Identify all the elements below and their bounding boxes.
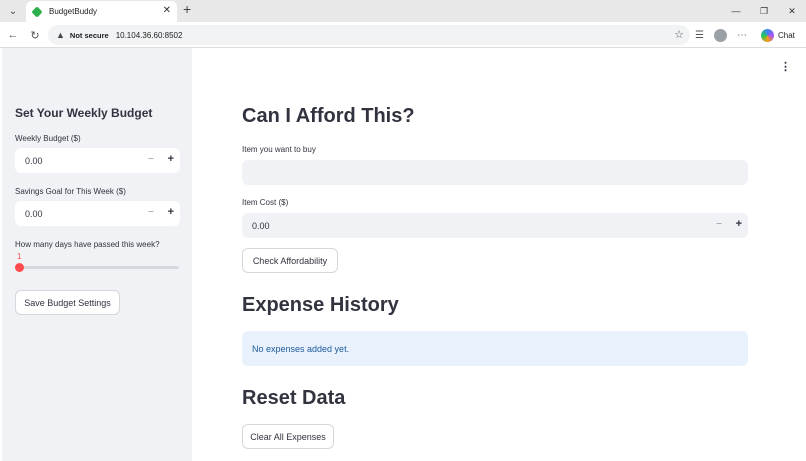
chat-label: Chat	[777, 30, 795, 40]
item-label: Item you want to buy	[242, 145, 316, 154]
check-affordability-button[interactable]: Check Affordability	[242, 248, 338, 273]
profile-avatar[interactable]	[713, 28, 727, 42]
days-passed-label: How many days have passed this week?	[15, 240, 160, 249]
weekly-budget-label: Weekly Budget ($)	[15, 134, 81, 143]
weekly-budget-input[interactable]: 0.00 − +	[15, 148, 180, 173]
no-expenses-info: No expenses added yet.	[242, 331, 748, 366]
increment-icon[interactable]: +	[168, 206, 174, 218]
sidebar-title: Set Your Weekly Budget	[15, 106, 153, 120]
back-arrow-icon[interactable]: ←	[5, 27, 21, 43]
reload-icon[interactable]: ↻	[27, 27, 43, 43]
favorites-icon[interactable]: ☰	[695, 30, 704, 41]
app-page: Set Your Weekly Budget Weekly Budget ($)…	[0, 48, 806, 461]
decrement-icon[interactable]: −	[716, 219, 722, 230]
budgetbuddy-favicon-icon	[32, 6, 42, 17]
browser-tab-bar: ⌄ BudgetBuddy ✕ + — ❐ ✕	[0, 0, 806, 22]
clear-expenses-button[interactable]: Clear All Expenses	[242, 424, 334, 449]
close-window-icon[interactable]: ✕	[778, 0, 806, 22]
savings-goal-label: Savings Goal for This Week ($)	[15, 187, 126, 196]
days-slider-thumb[interactable]	[15, 263, 24, 272]
close-tab-icon[interactable]: ✕	[163, 5, 171, 16]
app-menu-icon[interactable]: ⋮	[780, 60, 791, 73]
sidebar: Set Your Weekly Budget Weekly Budget ($)…	[2, 48, 192, 461]
not-secure-label: Not secure	[69, 30, 109, 40]
save-budget-button[interactable]: Save Budget Settings	[15, 290, 120, 315]
minimize-icon[interactable]: —	[722, 0, 750, 22]
toolbar-right: ☰ ⋯ Chat	[695, 26, 799, 44]
new-tab-icon[interactable]: +	[183, 1, 191, 17]
url-text: 10.104.36.60:8502	[115, 30, 183, 40]
item-input[interactable]	[242, 160, 748, 185]
bookmark-star-icon[interactable]: ☆	[674, 28, 684, 41]
cost-label: Item Cost ($)	[242, 198, 289, 207]
increment-icon[interactable]: +	[168, 153, 174, 165]
restore-icon[interactable]: ❐	[750, 0, 778, 22]
browser-toolbar: ← ↻ ▲ Not secure 10.104.36.60:8502 ☆ ☰ ⋯…	[0, 22, 806, 48]
cost-input[interactable]: 0.00 − +	[242, 213, 748, 238]
weekly-budget-value[interactable]: 0.00	[25, 156, 43, 166]
expense-history-heading: Expense History	[242, 294, 399, 316]
reset-data-heading: Reset Data	[242, 387, 346, 409]
tab-search-icon[interactable]: ⌄	[5, 3, 21, 19]
days-slider-track[interactable]	[19, 266, 179, 269]
browser-tab[interactable]: BudgetBuddy ✕	[26, 1, 177, 22]
copilot-logo-icon	[760, 28, 774, 42]
afford-heading: Can I Afford This?	[242, 105, 415, 127]
decrement-icon[interactable]: −	[148, 154, 154, 165]
slider-value: 1	[17, 252, 22, 261]
decrement-icon[interactable]: −	[148, 207, 154, 218]
address-bar[interactable]: ▲ Not secure 10.104.36.60:8502 ☆	[48, 25, 690, 45]
tab-title: BudgetBuddy	[49, 7, 98, 16]
savings-goal-value[interactable]: 0.00	[25, 209, 43, 219]
warning-icon: ▲	[56, 30, 65, 40]
chat-button[interactable]: Chat	[757, 26, 799, 44]
increment-icon[interactable]: +	[736, 218, 742, 230]
cost-value[interactable]: 0.00	[252, 221, 270, 231]
window-controls: — ❐ ✕	[722, 0, 806, 22]
savings-goal-input[interactable]: 0.00 − +	[15, 201, 180, 226]
more-options-icon[interactable]: ⋯	[737, 30, 747, 41]
